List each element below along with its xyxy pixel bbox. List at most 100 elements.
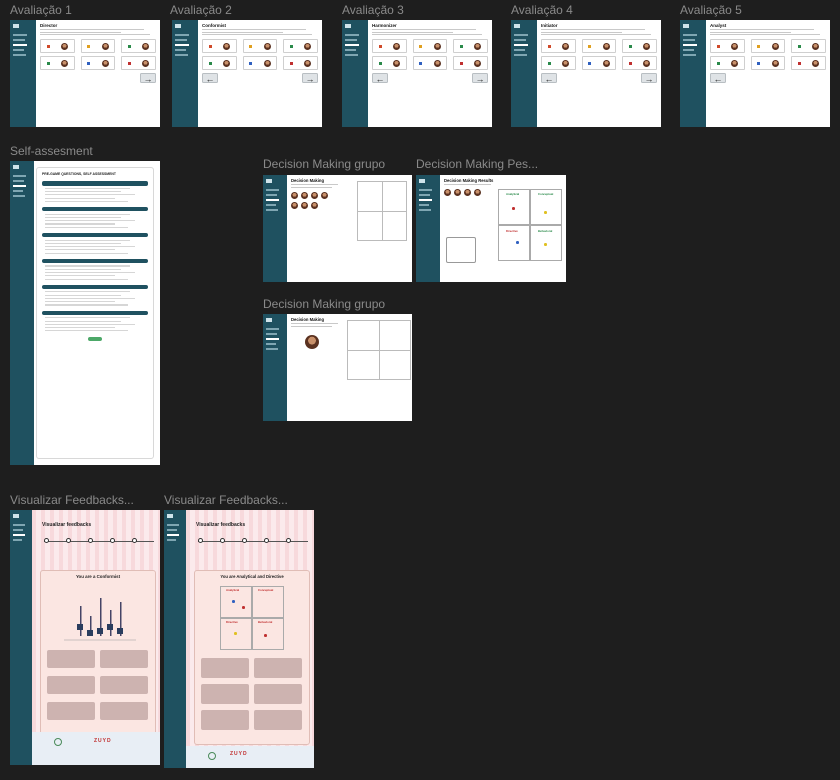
player-card[interactable] — [80, 56, 116, 71]
avatar[interactable] — [464, 189, 471, 197]
player-card[interactable] — [453, 56, 488, 71]
step-2[interactable] — [66, 538, 71, 543]
player-card[interactable] — [372, 39, 407, 54]
player-card[interactable] — [710, 56, 745, 71]
player-card[interactable] — [453, 39, 488, 54]
player-card[interactable] — [242, 39, 278, 54]
avatar[interactable] — [311, 201, 318, 209]
avatar — [101, 59, 109, 67]
player-card[interactable] — [581, 39, 617, 54]
seal-icon — [208, 752, 216, 760]
illustration — [446, 237, 476, 263]
assessment-content: Analyst ← — [706, 20, 830, 127]
step-3[interactable] — [88, 538, 93, 543]
player-card[interactable] — [622, 39, 657, 54]
player-card[interactable] — [750, 56, 786, 71]
avatar[interactable] — [301, 191, 308, 199]
artboard[interactable]: Harmonizer ← → — [342, 20, 492, 127]
quadrant-label: Analytical — [226, 588, 240, 592]
avatar[interactable] — [454, 189, 461, 197]
result-dot — [544, 243, 547, 246]
avatar[interactable] — [474, 189, 481, 197]
avatar[interactable] — [311, 191, 318, 199]
player-card[interactable] — [581, 56, 617, 71]
next-arrow-button[interactable]: → — [641, 73, 657, 84]
step-1[interactable] — [44, 538, 49, 543]
avatar[interactable] — [301, 201, 308, 209]
sidebar — [10, 20, 36, 127]
player-card-grid — [40, 39, 156, 71]
artboard[interactable]: Director → — [10, 20, 160, 127]
artboard[interactable]: Decision Making — [263, 314, 412, 421]
artboard[interactable]: Decision Making Results Analytical Conce… — [416, 175, 566, 282]
prev-arrow-button[interactable]: ← — [541, 73, 557, 84]
footer — [32, 732, 160, 765]
player-card[interactable] — [40, 56, 75, 71]
player-card[interactable] — [242, 56, 278, 71]
artboard[interactable]: Analyst ← — [680, 20, 830, 127]
brand-logo: ZUYD — [230, 751, 248, 757]
step-1[interactable] — [198, 538, 203, 543]
step-4[interactable] — [264, 538, 269, 543]
player-card[interactable] — [791, 39, 826, 54]
avatar — [60, 42, 68, 50]
decision-content: Decision Making — [287, 314, 412, 421]
player-card[interactable] — [283, 39, 318, 54]
player-card[interactable] — [710, 39, 745, 54]
next-arrow-button[interactable]: → — [140, 73, 156, 84]
quadrant-label: Conceptual — [538, 192, 554, 196]
player-card[interactable] — [283, 56, 318, 71]
artboard[interactable]: Initiator ← → — [511, 20, 661, 127]
logo — [13, 24, 19, 28]
assessment-heading: Harmonizer — [372, 23, 397, 28]
artboard[interactable]: Visualizar feedbacks You are Analytical … — [164, 510, 314, 768]
player-card[interactable] — [202, 56, 237, 71]
avatar[interactable] — [444, 189, 451, 197]
artboard[interactable]: Visualizar feedbacks You are a Conformis… — [10, 510, 160, 765]
player-card[interactable] — [541, 39, 576, 54]
survey-title: PRE-GAME QUESTIONS, SELF ASSESSMENT — [42, 172, 116, 176]
avatar[interactable] — [321, 191, 328, 199]
step-5[interactable] — [132, 538, 137, 543]
result-dot — [516, 241, 519, 244]
prev-arrow-button[interactable]: ← — [710, 73, 726, 84]
player-card[interactable] — [202, 39, 237, 54]
step-4[interactable] — [110, 538, 115, 543]
avatar[interactable] — [291, 191, 298, 199]
results-title: Decision Making Results — [444, 178, 494, 183]
sidebar — [263, 175, 287, 282]
decision-content: Decision Making — [287, 175, 412, 282]
player-card[interactable] — [750, 39, 786, 54]
step-3[interactable] — [242, 538, 247, 543]
result-dot — [234, 632, 237, 635]
player-card[interactable] — [40, 39, 75, 54]
prev-arrow-button[interactable]: ← — [372, 73, 388, 84]
question-header — [42, 181, 148, 186]
player-card[interactable] — [541, 56, 576, 71]
player-card[interactable] — [412, 39, 448, 54]
submit-button[interactable] — [88, 337, 102, 342]
result-heading: You are a Conformist — [75, 574, 121, 579]
artboard[interactable]: Decision Making — [263, 175, 412, 282]
player-card[interactable] — [622, 56, 657, 71]
quadrant-chart: Analytical Conceptual Directive Behavior… — [220, 586, 284, 650]
prev-arrow-button[interactable]: ← — [202, 73, 218, 84]
player-card[interactable] — [80, 39, 116, 54]
avatar[interactable] — [291, 201, 298, 209]
next-arrow-button[interactable]: → — [472, 73, 488, 84]
avatar[interactable] — [305, 334, 319, 349]
step-5[interactable] — [286, 538, 291, 543]
quadrant-label: Directive — [506, 229, 518, 233]
feedback-title: Visualizar feedbacks — [196, 522, 246, 528]
next-arrow-button[interactable]: → — [302, 73, 318, 84]
player-card[interactable] — [372, 56, 407, 71]
artboard[interactable]: PRE-GAME QUESTIONS, SELF ASSESSMENT — [10, 161, 160, 465]
sidebar — [10, 161, 34, 465]
step-2[interactable] — [220, 538, 225, 543]
player-card[interactable] — [791, 56, 826, 71]
player-card[interactable] — [412, 56, 448, 71]
player-card[interactable] — [121, 39, 156, 54]
quadrant-label: Directive — [226, 620, 238, 624]
artboard[interactable]: Conformist ← → — [172, 20, 322, 127]
player-card[interactable] — [121, 56, 156, 71]
